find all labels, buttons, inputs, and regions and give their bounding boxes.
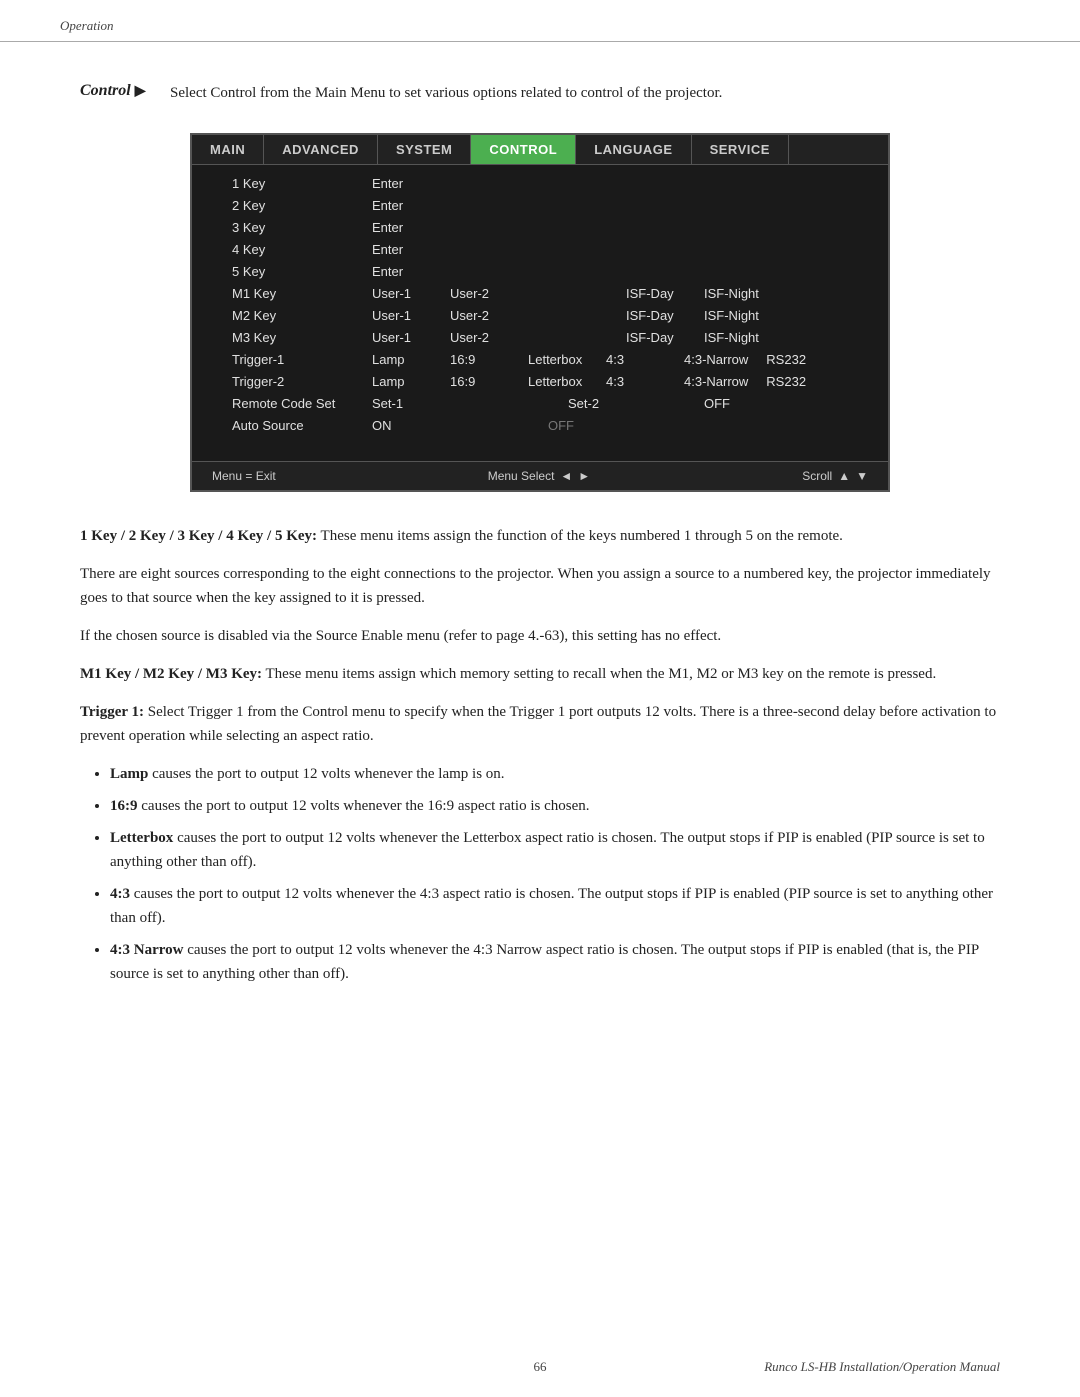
arrow-down-icon: ▼ — [856, 469, 868, 483]
menu-label-trigger2: Trigger-2 — [232, 374, 372, 389]
menu-tab-bar: MAIN ADVANCED SYSTEM CONTROL LANGUAGE SE… — [192, 135, 888, 165]
page-number: 66 — [534, 1359, 547, 1375]
keys-paragraph: 1 Key / 2 Key / 3 Key / 4 Key / 5 Key: T… — [80, 524, 1000, 548]
menu-label-5key: 5 Key — [232, 264, 372, 279]
tab-advanced[interactable]: ADVANCED — [264, 135, 378, 164]
menu-row-1key: 1 Key Enter — [192, 173, 888, 195]
control-label: Control ▶ — [80, 82, 170, 100]
menu-label-remote-code: Remote Code Set — [232, 396, 372, 411]
menu-row-4key: 4 Key Enter — [192, 239, 888, 261]
menu-values-m3key: User-1 User-2 ISF-Day ISF-Night — [372, 330, 764, 345]
menu-screenshot: MAIN ADVANCED SYSTEM CONTROL LANGUAGE SE… — [190, 133, 890, 492]
mkeys-header: M1 Key / M2 Key / M3 Key: — [80, 666, 262, 682]
control-intro-row: Control ▶ Select Control from the Main M… — [80, 82, 1000, 105]
menu-spacer — [192, 437, 888, 453]
menu-values-trigger1: Lamp 16:9 Letterbox 4:3 4:3-Narrow RS232 — [372, 352, 826, 367]
menu-label-m2key: M2 Key — [232, 308, 372, 323]
footer-menu-exit: Menu = Exit — [212, 469, 276, 483]
menu-label-1key: 1 Key — [232, 176, 372, 191]
disabled-paragraph: If the chosen source is disabled via the… — [80, 624, 1000, 648]
menu-values-m1key: User-1 User-2 ISF-Day ISF-Night — [372, 286, 764, 301]
footer-menu-select: Menu Select ◄ ► — [488, 469, 590, 483]
tab-system[interactable]: SYSTEM — [378, 135, 471, 164]
control-description: Select Control from the Main Menu to set… — [170, 82, 1000, 105]
manual-name: Runco LS-HB Installation/Operation Manua… — [764, 1359, 1000, 1375]
control-arrow-icon: ▶ — [135, 83, 146, 100]
menu-row-2key: 2 Key Enter — [192, 195, 888, 217]
menu-values-1key: Enter — [372, 176, 432, 191]
menu-values-trigger2: Lamp 16:9 Letterbox 4:3 4:3-Narrow RS232 — [372, 374, 826, 389]
bullet-43narrow: 4:3 Narrow causes the port to output 12 … — [110, 938, 1000, 986]
menu-label-trigger1: Trigger-1 — [232, 352, 372, 367]
menu-row-m3key: M3 Key User-1 User-2 ISF-Day ISF-Night — [192, 327, 888, 349]
menu-label-4key: 4 Key — [232, 242, 372, 257]
menu-row-trigger1: Trigger-1 Lamp 16:9 Letterbox 4:3 4:3-Na… — [192, 349, 888, 371]
trigger1-paragraph: Trigger 1: Select Trigger 1 from the Con… — [80, 700, 1000, 748]
menu-row-auto-source: Auto Source ON OFF — [192, 415, 888, 437]
menu-values-m2key: User-1 User-2 ISF-Day ISF-Night — [372, 308, 764, 323]
arrow-up-icon: ▲ — [838, 469, 850, 483]
menu-values-3key: Enter — [372, 220, 432, 235]
trigger1-desc: Select Trigger 1 from the Control menu t… — [80, 704, 996, 744]
menu-label-3key: 3 Key — [232, 220, 372, 235]
menu-values-auto-source: ON OFF — [372, 418, 608, 433]
page-header: Operation — [0, 0, 1080, 42]
tab-main[interactable]: MAIN — [192, 135, 264, 164]
footer-scroll: Scroll ▲ ▼ — [802, 469, 868, 483]
menu-row-m1key: M1 Key User-1 User-2 ISF-Day ISF-Night — [192, 283, 888, 305]
arrow-right-icon: ► — [578, 469, 590, 483]
tab-service[interactable]: SERVICE — [692, 135, 789, 164]
menu-label-auto-source: Auto Source — [232, 418, 372, 433]
bullet-letterbox: Letterbox causes the port to output 12 v… — [110, 826, 1000, 874]
bullet-43: 4:3 causes the port to output 12 volts w… — [110, 882, 1000, 930]
menu-label-m1key: M1 Key — [232, 286, 372, 301]
arrow-left-icon: ◄ — [560, 469, 572, 483]
bullet-lamp: Lamp causes the port to output 12 volts … — [110, 762, 1000, 786]
menu-row-5key: 5 Key Enter — [192, 261, 888, 283]
main-content: Control ▶ Select Control from the Main M… — [0, 42, 1080, 1040]
menu-footer: Menu = Exit Menu Select ◄ ► Scroll ▲ ▼ — [192, 461, 888, 490]
menu-row-remote-code: Remote Code Set Set-1 Set-2 OFF — [192, 393, 888, 415]
tab-control[interactable]: CONTROL — [471, 135, 576, 164]
menu-row-3key: 3 Key Enter — [192, 217, 888, 239]
menu-label-m3key: M3 Key — [232, 330, 372, 345]
menu-row-trigger2: Trigger-2 Lamp 16:9 Letterbox 4:3 4:3-Na… — [192, 371, 888, 393]
keys-header: 1 Key / 2 Key / 3 Key / 4 Key / 5 Key: — [80, 528, 317, 544]
bullet-169: 16:9 causes the port to output 12 volts … — [110, 794, 1000, 818]
keys-desc: These menu items assign the function of … — [321, 528, 843, 544]
breadcrumb: Operation — [60, 18, 113, 33]
menu-label-2key: 2 Key — [232, 198, 372, 213]
mkeys-desc: These menu items assign which memory set… — [266, 666, 937, 682]
mkeys-paragraph: M1 Key / M2 Key / M3 Key: These menu ite… — [80, 662, 1000, 686]
bullet-list: Lamp causes the port to output 12 volts … — [80, 762, 1000, 986]
menu-values-5key: Enter — [372, 264, 432, 279]
control-label-text: Control — [80, 82, 131, 100]
sources-paragraph: There are eight sources corresponding to… — [80, 562, 1000, 610]
menu-values-remote-code: Set-1 Set-2 OFF — [372, 396, 764, 411]
menu-row-m2key: M2 Key User-1 User-2 ISF-Day ISF-Night — [192, 305, 888, 327]
tab-language[interactable]: LANGUAGE — [576, 135, 691, 164]
menu-values-2key: Enter — [372, 198, 432, 213]
menu-values-4key: Enter — [372, 242, 432, 257]
menu-body: 1 Key Enter 2 Key Enter 3 Key Enter — [192, 165, 888, 461]
trigger1-header: Trigger 1: — [80, 704, 144, 720]
